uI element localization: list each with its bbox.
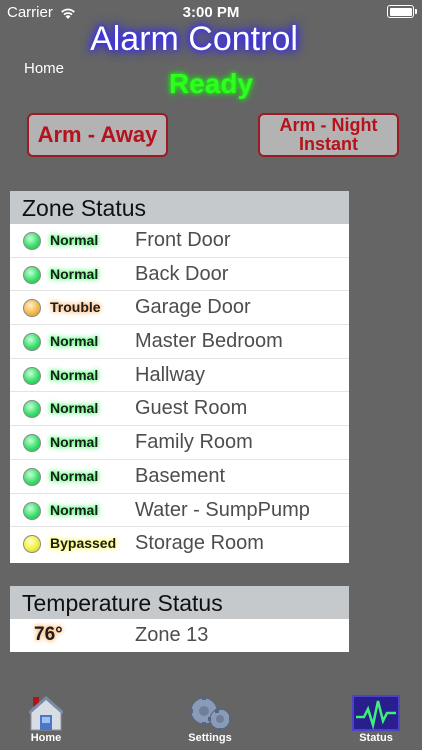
clock: 3:00 PM bbox=[182, 4, 240, 21]
arm-night-instant-label: Instant bbox=[298, 134, 358, 154]
status-indicator-icon bbox=[23, 467, 41, 486]
zone-name: Basement bbox=[135, 464, 226, 487]
status-indicator-icon bbox=[23, 232, 41, 250]
tab-settings-label: Settings bbox=[188, 732, 232, 744]
arm-away-label: Arm - Away bbox=[37, 122, 158, 147]
temperature-value: 76° bbox=[34, 624, 63, 645]
zone-row[interactable]: Normal Water - SumpPump bbox=[10, 494, 349, 528]
zone-status-text: Normal bbox=[50, 400, 99, 417]
zone-row[interactable]: Normal Basement bbox=[10, 460, 349, 494]
zone-status-title: Zone Status bbox=[10, 191, 349, 224]
status-indicator-icon bbox=[23, 501, 41, 520]
tab-home[interactable]: Home bbox=[6, 689, 86, 750]
zone-name: Garage Door bbox=[135, 296, 251, 319]
zone-row[interactable]: Normal Master Bedroom bbox=[10, 325, 349, 359]
app-title: Alarm Control bbox=[90, 20, 298, 58]
status-indicator-icon bbox=[23, 333, 41, 352]
battery-icon bbox=[387, 5, 417, 18]
zone-name: Back Door bbox=[135, 262, 229, 285]
zone-status-panel: Zone Status Normal Front Door Normal Back D… bbox=[10, 191, 349, 563]
zone-name: Front Door bbox=[135, 229, 231, 251]
zone-name: Storage Room bbox=[135, 532, 264, 555]
arm-away-button[interactable]: Arm - Away bbox=[27, 113, 168, 157]
zone-list: Normal Front Door Normal Back Door Trouble Ga… bbox=[10, 224, 349, 561]
zone-status-text: Normal bbox=[50, 366, 99, 383]
pulse-monitor-icon bbox=[352, 695, 400, 736]
zone-name: Water - SumpPump bbox=[135, 498, 310, 521]
status-indicator-icon bbox=[23, 434, 41, 453]
zone-name: Family Room bbox=[135, 431, 253, 454]
arm-night-instant-button[interactable]: Arm - Night Instant bbox=[258, 113, 399, 157]
zone-name: Master Bedroom bbox=[135, 330, 283, 353]
zone-status-text: Normal bbox=[50, 265, 99, 282]
zone-name: Hallway bbox=[135, 363, 206, 386]
zone-status-text: Bypassed bbox=[50, 535, 117, 552]
zone-status-text: Normal bbox=[50, 501, 99, 518]
zone-status-text: Normal bbox=[50, 434, 99, 451]
status-indicator-icon bbox=[23, 366, 41, 385]
temperature-status-panel: Temperature Status 76° Zone 13 bbox=[10, 586, 349, 652]
tab-status[interactable]: Status bbox=[336, 689, 416, 750]
zone-row[interactable]: Bypassed Storage Room bbox=[10, 527, 349, 561]
zone-row[interactable]: Normal Front Door bbox=[10, 224, 349, 258]
zone-row[interactable]: Normal Back Door bbox=[10, 258, 349, 292]
temperature-zone: Zone 13 bbox=[135, 624, 209, 646]
arm-night-label: Arm - Night bbox=[279, 115, 378, 135]
tab-bar: Home Settings Status bbox=[0, 689, 422, 750]
system-state: Ready bbox=[168, 68, 254, 99]
zone-status-text: Trouble bbox=[50, 299, 101, 316]
status-indicator-icon bbox=[23, 400, 41, 419]
status-indicator-icon bbox=[23, 265, 41, 284]
tab-status-label: Status bbox=[359, 732, 393, 744]
status-indicator-icon bbox=[23, 535, 41, 554]
zone-row[interactable]: Normal Family Room bbox=[10, 426, 349, 460]
temperature-row[interactable]: 76° Zone 13 bbox=[10, 619, 349, 652]
zone-status-text: Normal bbox=[50, 467, 99, 484]
status-indicator-icon bbox=[23, 299, 41, 318]
zone-status-text: Normal bbox=[50, 333, 99, 350]
zone-status-text: Normal bbox=[50, 232, 99, 248]
zone-row[interactable]: Normal Guest Room bbox=[10, 392, 349, 427]
zone-row[interactable]: Normal Hallway bbox=[10, 359, 349, 393]
temperature-status-title: Temperature Status bbox=[10, 586, 349, 619]
zone-name: Guest Room bbox=[135, 397, 248, 420]
home-icon bbox=[28, 695, 64, 736]
tab-settings[interactable]: Settings bbox=[170, 689, 250, 750]
zone-row[interactable]: Trouble Garage Door bbox=[10, 291, 349, 326]
tab-home-label: Home bbox=[30, 732, 62, 744]
